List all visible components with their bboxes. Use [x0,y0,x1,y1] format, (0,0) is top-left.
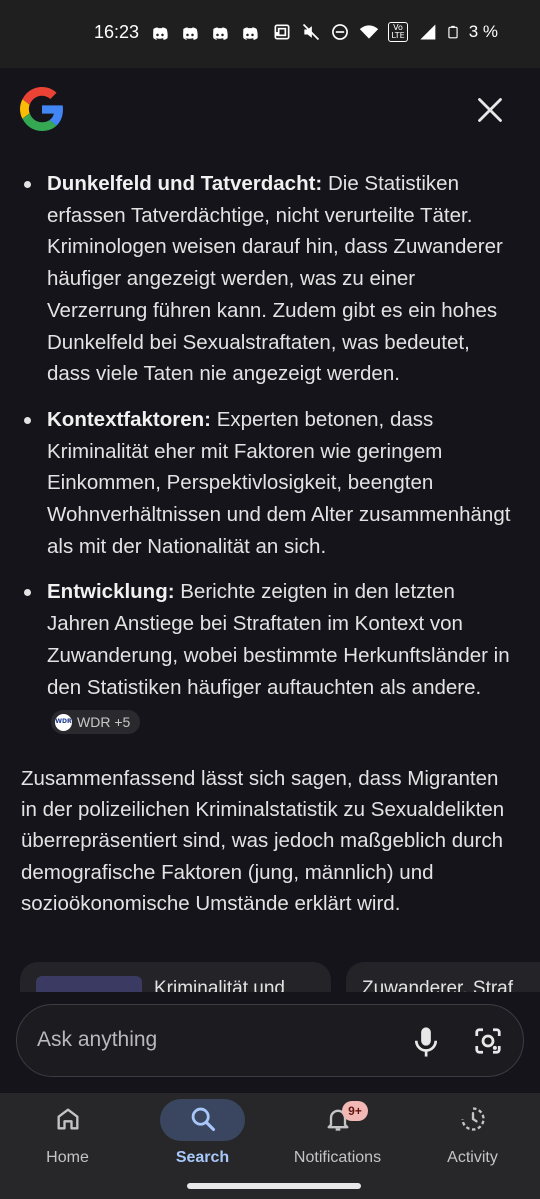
nav-search-label: Search [175,1149,230,1166]
activity-icon [460,1107,485,1131]
discord-icon [243,27,258,40]
answer-content: Dunkelfeld und Tatverdacht: Die Statisti… [0,168,540,919]
wdr-logo-icon: WDR [55,713,72,731]
source-card[interactable]: Zuwanderer, Straf [346,962,540,992]
close-icon[interactable] [476,96,504,124]
list-item: Kontextfaktoren: Experten betonen, dass … [0,404,540,563]
nav-home[interactable]: Home [0,1093,135,1183]
bullet-dot [24,416,31,424]
bullet-dot [24,181,31,188]
bullet-title: Entwicklung: [47,580,175,604]
nav-notifications[interactable]: 9+ Notifications [270,1093,405,1183]
mic-icon[interactable] [411,1025,441,1059]
source-chip-label: WDR +5 [77,714,131,731]
home-icon [57,1108,79,1130]
status-bar: 16:23 Vo LTE 3 % [0,0,540,68]
ai-answer-panel: Dunkelfeld und Tatverdacht: Die Statisti… [0,68,540,1093]
card-thumbnail [36,976,142,992]
discord-icon [213,27,228,40]
search-placeholder: Ask anything [37,1028,158,1051]
status-time: 16:23 [94,22,140,42]
search-icon [191,1107,215,1132]
bullet-title: Kontextfaktoren: [47,407,212,431]
battery-icon [448,25,458,39]
discord-icon [183,27,198,40]
wifi-icon [360,25,379,39]
home-indicator[interactable] [187,1183,361,1189]
dnd-icon [332,24,349,40]
battery-percent: 3 % [468,22,498,41]
notification-badge: 9+ [342,1101,368,1121]
bullet-title: Dunkelfeld und Tatverdacht: [47,172,323,195]
bullet-text: Die Statistiken erfassen Tatverdächtige,… [47,172,503,386]
card-title: Zuwanderer, Straf [362,978,514,992]
panel-header [0,68,540,158]
bullet-dot [24,589,31,597]
nav-activity-label: Activity [447,1149,498,1166]
source-chip[interactable]: WDR WDR +5 [51,710,141,735]
lte-icon: Vo LTE [388,22,408,42]
summary-paragraph: Zusammenfassend lässt sich sagen, dass M… [21,766,505,915]
list-item: Dunkelfeld und Tatverdacht: Die Statisti… [0,168,540,390]
mute-icon [303,23,320,41]
source-cards: Kriminalität und Zuwanderer, Straf [0,962,540,992]
nav-home-label: Home [46,1149,89,1166]
list-item: Entwicklung: Berichte zeigten in den let… [0,576,540,735]
ask-input[interactable]: Ask anything [16,1004,524,1077]
source-card[interactable]: Kriminalität und [20,962,331,992]
system-status-icons: Vo LTE 3 % [272,22,498,42]
signal-icon [420,24,436,40]
google-g-icon [20,87,63,131]
nav-search[interactable]: Search [135,1093,270,1183]
bullet-list: Dunkelfeld und Tatverdacht: Die Statisti… [0,168,540,735]
discord-icon [153,27,168,40]
nav-notifications-label: Notifications [293,1149,382,1166]
nav-activity[interactable]: Activity [405,1093,540,1183]
lens-icon[interactable] [473,1025,503,1057]
notification-icons [150,24,284,44]
nfc-icon [274,24,290,40]
card-title: Kriminalität und [154,978,285,992]
